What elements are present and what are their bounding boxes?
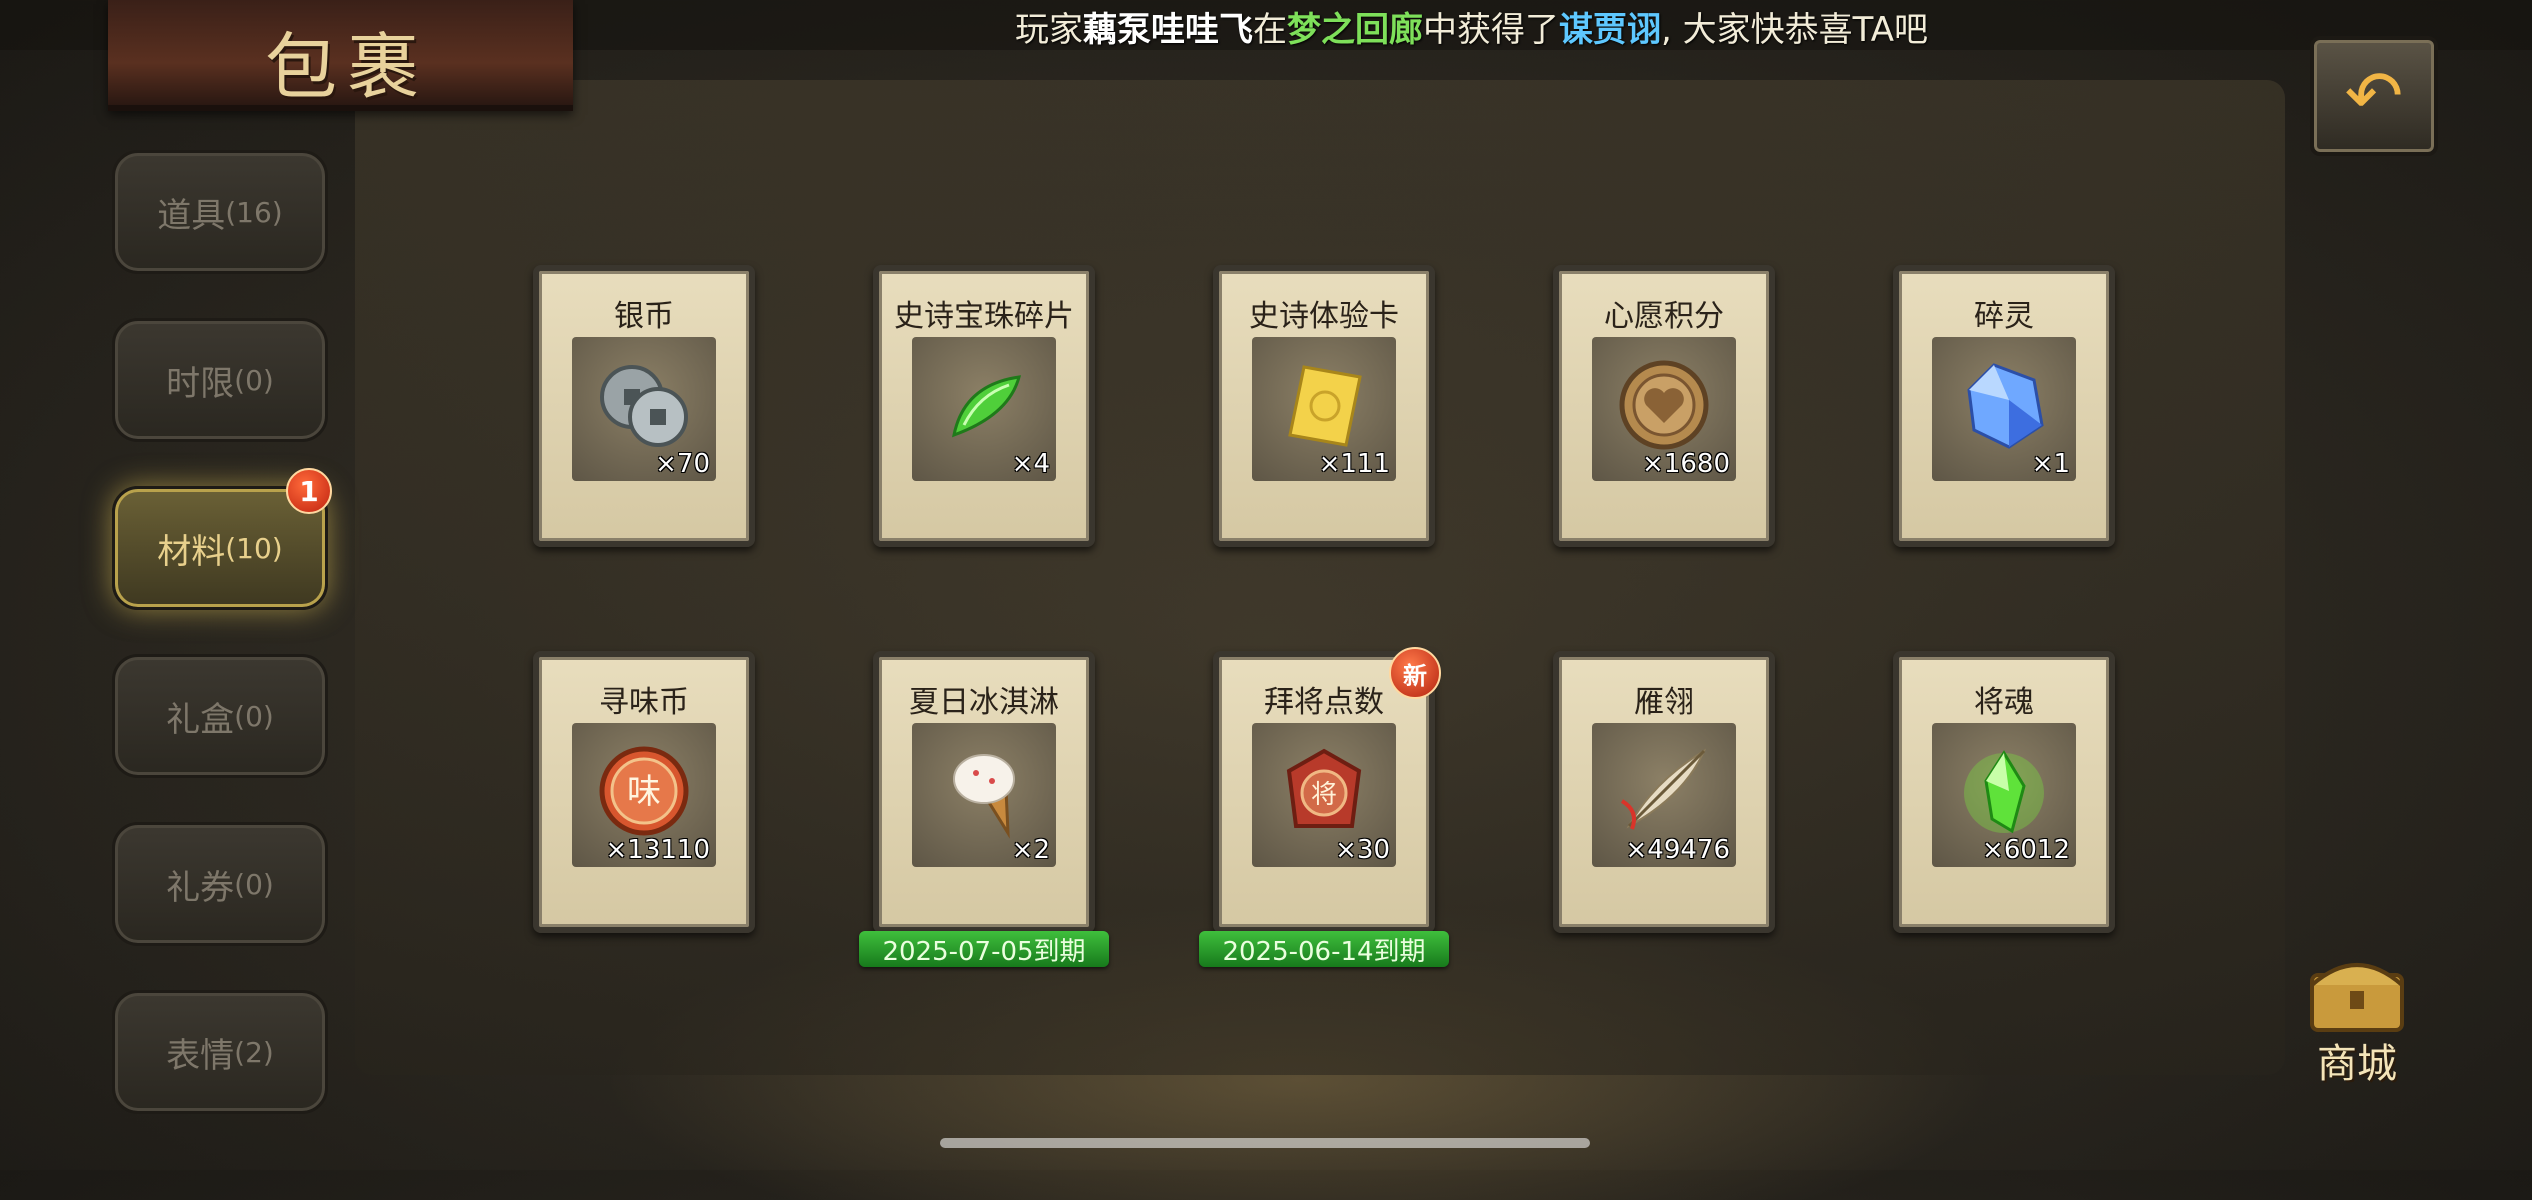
flavor-coin-icon: 味	[599, 746, 689, 836]
flavor-coin-glyph: 味	[627, 772, 661, 812]
item-image: 将 ×30	[1252, 723, 1396, 867]
item-card-flavor-coin[interactable]: 寻味币 味 ×13110	[533, 651, 755, 933]
tab-label: 道具	[157, 195, 226, 236]
shop-button[interactable]: 商城	[2292, 945, 2422, 1087]
shop-label: 商城	[2317, 1041, 2397, 1087]
item-image: ×1680	[1592, 337, 1736, 481]
green-soul-crystal-icon	[1964, 750, 2044, 834]
item-image: ×1	[1932, 337, 2076, 481]
blue-crystal-icon	[1967, 363, 2044, 449]
tab-label: 礼券	[166, 867, 235, 908]
item-quantity: ×49476	[1625, 835, 1731, 865]
silver-coin-icon	[600, 365, 688, 447]
tab-timed[interactable]: 时限 (0)	[112, 318, 328, 442]
ticker-prefix: 玩家	[1015, 10, 1083, 50]
item-card-epic-trial-card[interactable]: 史诗体验卡 ×111	[1213, 265, 1435, 547]
item-card-silver-coin[interactable]: 银币 ×70	[533, 265, 755, 547]
ticker-mid1: 在	[1253, 10, 1287, 50]
item-name: 史诗宝珠碎片	[894, 299, 1074, 334]
tab-count: (0)	[234, 699, 274, 733]
item-quantity: ×2	[1011, 835, 1050, 865]
item-image: ×111	[1252, 337, 1396, 481]
broadcast-ticker: 玩家藕泵哇哇飞在梦之回廊中获得了谋贾诩, 大家快恭喜TA吧	[1015, 2, 1929, 50]
ice-cream-icon	[953, 754, 1015, 839]
item-name: 银币	[614, 299, 674, 334]
ticker-place: 梦之回廊	[1287, 10, 1423, 50]
tab-count: (10)	[225, 531, 283, 565]
tab-label: 礼盒	[166, 699, 235, 740]
item-name: 心愿积分	[1604, 299, 1724, 334]
new-badge: 新	[1389, 647, 1441, 699]
tab-label: 材料	[157, 531, 226, 572]
green-jade-shard-icon	[952, 375, 1022, 438]
gold-card-icon	[1288, 365, 1362, 447]
ticker-player: 藕泵哇哇飞	[1083, 10, 1253, 50]
item-quantity: ×6012	[1982, 835, 2070, 865]
tab-count: (2)	[234, 1035, 274, 1069]
treasure-chest-icon	[2310, 963, 2404, 1032]
item-name: 史诗体验卡	[1249, 299, 1399, 334]
feather-icon	[1620, 748, 1707, 830]
item-image: ×6012	[1932, 723, 2076, 867]
tab-emotes[interactable]: 表情 (2)	[112, 990, 328, 1114]
tab-count: (0)	[234, 867, 274, 901]
item-card-wish-points[interactable]: 心愿积分 ×1680	[1553, 265, 1775, 547]
item-image: ×2	[912, 723, 1056, 867]
item-quantity: ×111	[1318, 449, 1390, 479]
tab-items[interactable]: 道具 (16)	[112, 150, 328, 274]
tab-label: 时限	[166, 363, 235, 404]
tab-gift-box[interactable]: 礼盒 (0)	[112, 654, 328, 778]
tab-label: 表情	[166, 1035, 235, 1076]
item-quantity: ×70	[655, 449, 710, 479]
item-card-shattered-spirit[interactable]: 碎灵 ×1	[1893, 265, 2115, 547]
tab-count: (0)	[234, 363, 274, 397]
item-name: 夏日冰淇淋	[909, 685, 1059, 720]
item-image: ×49476	[1592, 723, 1736, 867]
item-quantity: ×13110	[605, 835, 711, 865]
expiry-tag: 2025-06-14到期	[1199, 931, 1449, 967]
item-quantity: ×1680	[1642, 449, 1730, 479]
item-image: ×70	[572, 337, 716, 481]
expiry-tag: 2025-07-05到期	[859, 931, 1109, 967]
page-title: 包裹	[265, 25, 430, 109]
item-name: 碎灵	[1974, 299, 2034, 334]
heart-coin-icon	[1619, 360, 1709, 450]
tab-count: (16)	[225, 195, 283, 229]
item-quantity: ×4	[1011, 449, 1050, 479]
notification-badge: 1	[286, 468, 332, 514]
red-token-icon: 将	[1286, 748, 1362, 828]
item-name: 雁翎	[1634, 685, 1694, 720]
item-quantity: ×1	[2031, 449, 2070, 479]
item-image: ×4	[912, 337, 1056, 481]
home-indicator	[940, 1138, 1590, 1148]
ticker-suffix: , 大家快恭喜TA吧	[1661, 10, 1929, 50]
tab-coupons[interactable]: 礼券 (0)	[112, 822, 328, 946]
item-name: 将魂	[1974, 685, 2034, 720]
item-quantity: ×30	[1335, 835, 1390, 865]
ticker-mid2: 中获得了	[1423, 10, 1559, 50]
back-button[interactable]: ↶	[2310, 36, 2438, 156]
item-card-epic-orb-fragment[interactable]: 史诗宝珠碎片 ×4	[873, 265, 1095, 547]
ticker-item: 谋贾诩	[1559, 10, 1661, 50]
item-card-goose-feather[interactable]: 雁翎 ×49476	[1553, 651, 1775, 933]
item-card-recruit-points[interactable]: 拜将点数 将 ×30 新 2025-06-14到期	[1199, 647, 1449, 967]
item-card-summer-ice-cream[interactable]: 夏日冰淇淋 ×2 2025-07-05到期	[859, 651, 1109, 967]
back-arrow-icon: ↶	[2344, 55, 2404, 137]
item-card-general-soul[interactable]: 将魂 ×6012	[1893, 651, 2115, 933]
item-name: 寻味币	[599, 685, 689, 720]
red-token-glyph: 将	[1311, 780, 1337, 810]
item-image: 味 ×13110	[572, 723, 716, 867]
